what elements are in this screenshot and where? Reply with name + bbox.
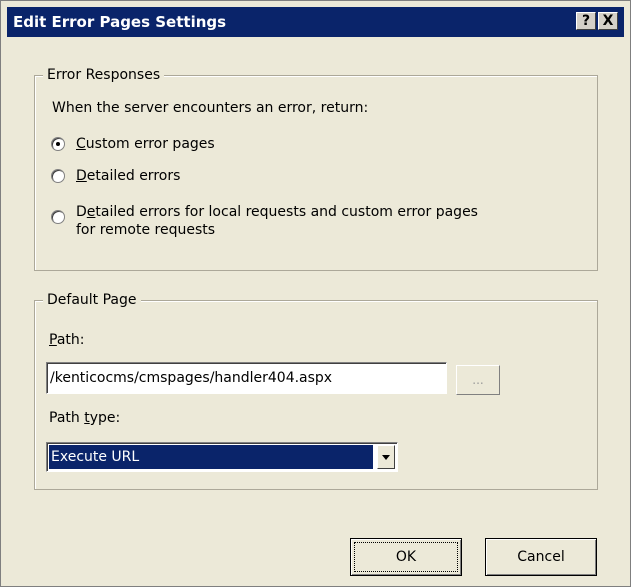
path-type-mnemonic: t (84, 410, 90, 426)
error-responses-legend: Error Responses (43, 66, 165, 84)
ok-button[interactable]: OK (350, 538, 462, 576)
radio-selected-dot (56, 142, 60, 146)
dropdown-arrow-icon[interactable] (377, 445, 395, 469)
path-type-select[interactable]: Execute URL (46, 442, 398, 472)
error-prompt-text: When the server encounters an error, ret… (52, 100, 369, 116)
browse-button[interactable]: ... (456, 365, 500, 395)
cancel-button[interactable]: Cancel (485, 538, 597, 576)
detailed-local-mnemonic: e (86, 204, 96, 220)
close-button[interactable]: X (598, 12, 618, 30)
help-button[interactable]: ? (576, 12, 596, 30)
path-type-selected-value: Execute URL (49, 445, 373, 469)
path-mnemonic: P (49, 332, 57, 348)
detailed-local-label-line1[interactable]: Detailed errors for local requests and c… (76, 203, 478, 221)
detailed-local-label-line2[interactable]: for remote requests (76, 221, 215, 239)
custom-error-pages-rest: ustom error pages (85, 136, 215, 152)
edit-error-pages-dialog: Edit Error Pages Settings ? X Error Resp… (0, 0, 631, 587)
path-input[interactable]: /kenticocms/cmspages/handler404.aspx (46, 362, 447, 394)
custom-error-pages-radio[interactable] (51, 137, 65, 151)
default-page-legend: Default Page (43, 291, 141, 309)
path-type-label: Path type: (49, 410, 121, 426)
detailed-local-radio[interactable] (51, 210, 65, 224)
custom-error-pages-mnemonic: C (76, 136, 86, 152)
detailed-errors-rest: etailed errors (86, 168, 181, 184)
path-label: Path: (49, 332, 85, 348)
custom-error-pages-label[interactable]: Custom error pages (76, 135, 215, 153)
title-bar[interactable]: Edit Error Pages Settings ? X (7, 7, 624, 37)
detailed-errors-mnemonic: D (76, 168, 87, 184)
detailed-errors-radio[interactable] (51, 169, 65, 183)
detailed-errors-label[interactable]: Detailed errors (76, 167, 180, 185)
dialog-title: Edit Error Pages Settings (13, 13, 227, 31)
